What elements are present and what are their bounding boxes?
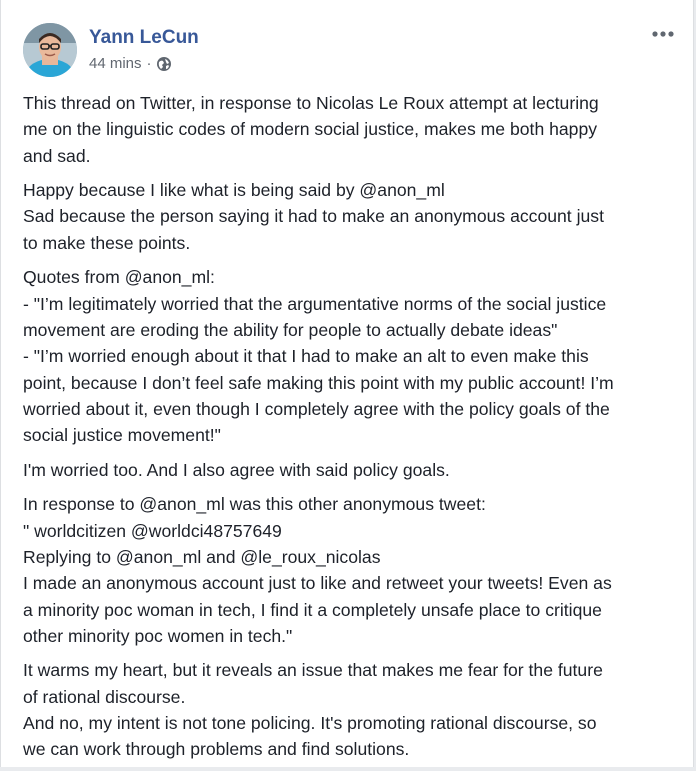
text-line: It warms my heart, but it reveals an iss… — [23, 660, 603, 681]
text-line: point, because I don’t feel safe making … — [23, 372, 614, 393]
paragraph: Quotes from @anon_ml: - "I’m legitimatel… — [23, 264, 675, 448]
text-line: - "I’m worried enough about it that I ha… — [23, 346, 589, 367]
text-line: - "I’m legitimately worried that the arg… — [23, 293, 607, 314]
text-line: to make these points. — [23, 232, 191, 253]
post-meta: 44 mins · — [89, 55, 172, 72]
post-header: Yann LeCun 44 mins · — [23, 23, 677, 79]
post-body: This thread on Twitter, in response to N… — [23, 90, 675, 771]
text-line: movement are eroding the ability for peo… — [23, 319, 558, 340]
text-line: " worldcitizen @worldci48757649 — [23, 520, 282, 541]
avatar[interactable] — [23, 23, 77, 77]
text-line: worried about it, even though I complete… — [23, 398, 610, 419]
text-line: me on the linguistic codes of modern soc… — [23, 119, 598, 140]
more-options-icon[interactable] — [649, 23, 677, 45]
text-line: social justice movement!" — [23, 425, 221, 446]
paragraph: I'm worried too. And I also agree with s… — [23, 457, 675, 483]
text-line: of rational discourse. — [23, 686, 186, 707]
author-name[interactable]: Yann LeCun — [89, 27, 199, 49]
text-line: other minority poc women in tech." — [23, 625, 293, 646]
avatar-photo — [23, 23, 77, 77]
text-line: Happy because I like what is being said … — [23, 180, 445, 201]
text-line: In response to @anon_ml was this other a… — [23, 494, 486, 515]
text-line: I made an anonymous account just to like… — [23, 573, 612, 594]
meta-separator: · — [146, 55, 152, 72]
paragraph: This thread on Twitter, in response to N… — [23, 90, 675, 169]
text-line: And no, my intent is not tone policing. … — [23, 713, 597, 734]
paragraph: In response to @anon_ml was this other a… — [23, 491, 675, 649]
post-card: Yann LeCun 44 mins · This thread on Twit… — [0, 0, 694, 767]
globe-icon[interactable] — [156, 56, 172, 72]
text-line: This thread on Twitter, in response to N… — [23, 93, 599, 113]
text-line: Sad because the person saying it had to … — [23, 206, 604, 227]
text-line: Replying to @anon_ml and @le_roux_nicola… — [23, 546, 381, 567]
paragraph: It warms my heart, but it reveals an iss… — [23, 657, 675, 762]
paragraph: Happy because I like what is being said … — [23, 177, 675, 256]
text-line: a minority poc woman in tech, I find it … — [23, 599, 602, 620]
text-line: and sad. — [23, 145, 91, 166]
post-timestamp[interactable]: 44 mins — [89, 55, 142, 72]
text-line: Quotes from @anon_ml: — [23, 267, 215, 288]
text-line: I'm worried too. And I also agree with s… — [23, 459, 450, 480]
text-line: we can work through problems and find so… — [23, 739, 410, 760]
